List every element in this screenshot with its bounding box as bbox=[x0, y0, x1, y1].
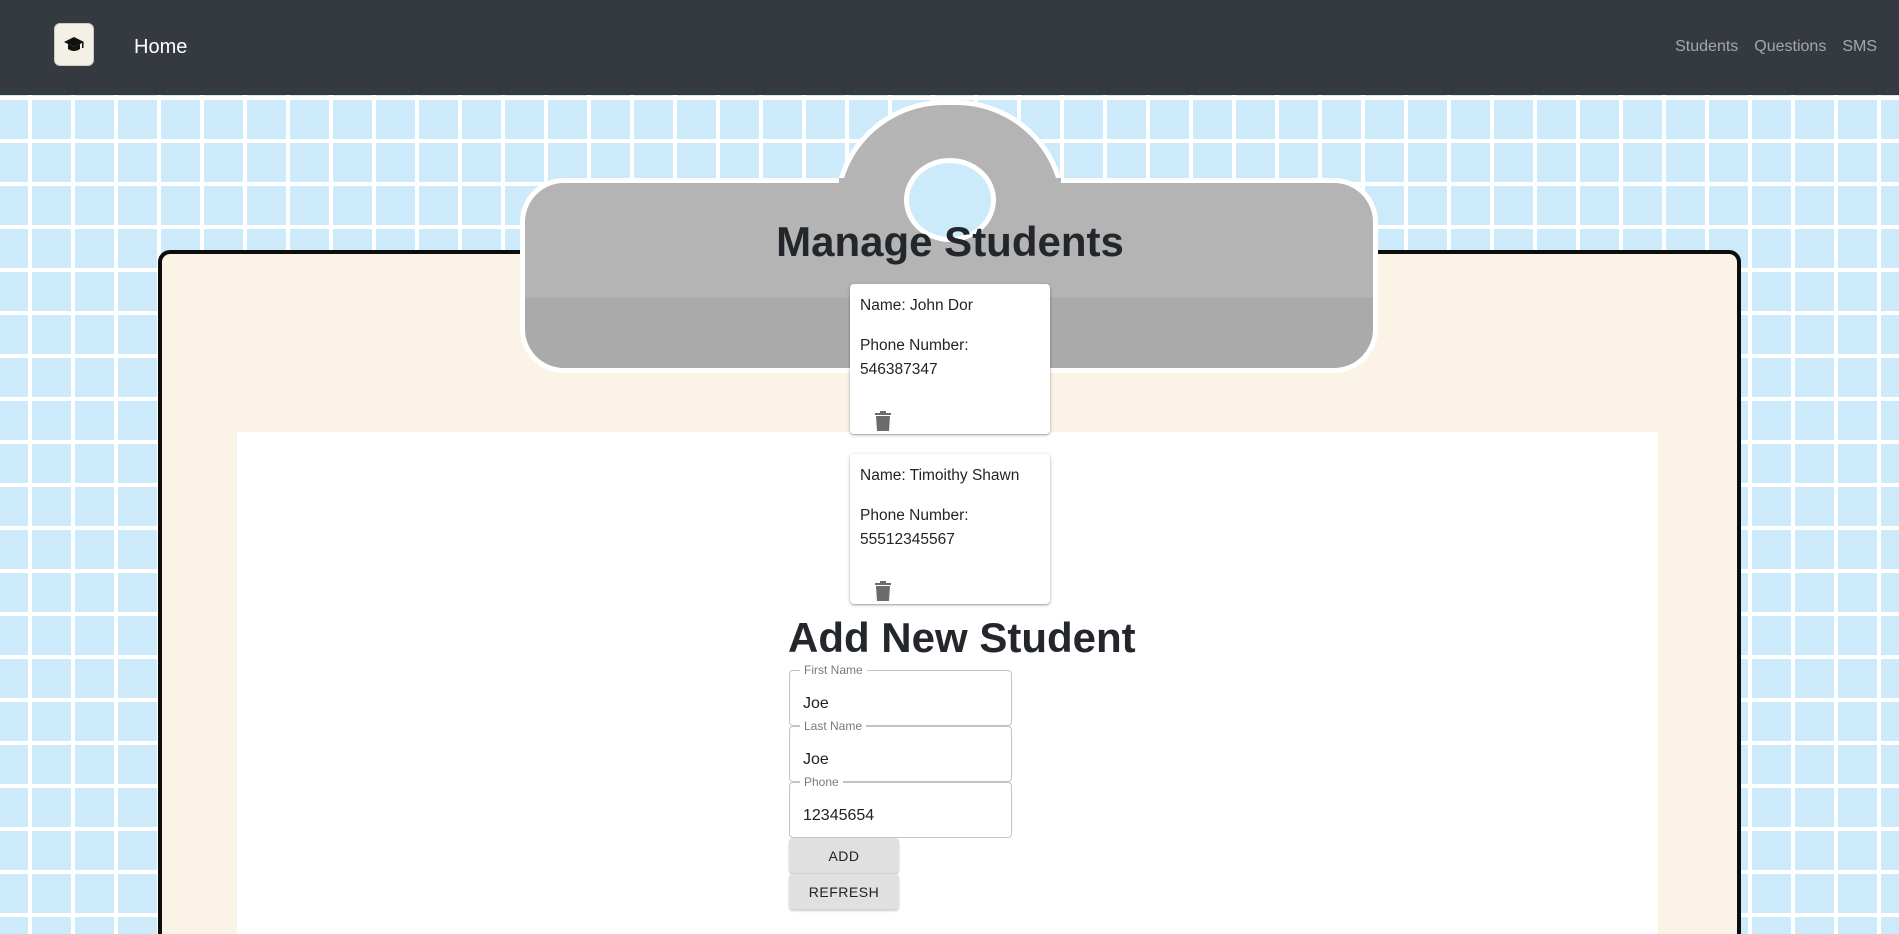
add-student-title: Add New Student bbox=[788, 614, 1136, 661]
nav-home-link[interactable]: Home bbox=[134, 36, 187, 59]
student-card: Name: Timoithy Shawn Phone Number: 55512… bbox=[850, 454, 1050, 604]
first-name-field: First Name bbox=[789, 663, 1012, 726]
add-button[interactable]: ADD bbox=[789, 838, 899, 873]
first-name-input[interactable] bbox=[790, 671, 1011, 725]
last-name-field: Last Name bbox=[789, 719, 1012, 782]
nav-link-questions[interactable]: Questions bbox=[1754, 38, 1826, 56]
navbar: Home Students Questions SMS bbox=[0, 0, 1899, 95]
student-name: Name: John Dor bbox=[860, 297, 973, 314]
refresh-button[interactable]: REFRESH bbox=[789, 874, 899, 909]
student-name: Name: Timoithy Shawn bbox=[860, 467, 1020, 484]
student-phone-label: Phone Number: bbox=[860, 507, 969, 524]
student-phone: 55512345567 bbox=[860, 531, 955, 548]
nav-link-sms[interactable]: SMS bbox=[1842, 38, 1877, 56]
student-phone-label: Phone Number: bbox=[860, 337, 969, 354]
phone-field: Phone bbox=[789, 775, 1012, 838]
phone-input[interactable] bbox=[790, 783, 1011, 837]
trash-icon[interactable] bbox=[873, 580, 893, 602]
nav-links: Students Questions SMS bbox=[1675, 38, 1877, 56]
page-title: Manage Students bbox=[776, 218, 1124, 265]
brand-logo[interactable] bbox=[54, 23, 94, 66]
student-phone: 546387347 bbox=[860, 361, 938, 378]
trash-icon[interactable] bbox=[873, 410, 893, 432]
nav-link-students[interactable]: Students bbox=[1675, 38, 1738, 56]
last-name-input[interactable] bbox=[790, 727, 1011, 781]
student-card: Name: John Dor Phone Number: 546387347 bbox=[850, 284, 1050, 434]
graduation-cap-icon bbox=[64, 36, 84, 51]
